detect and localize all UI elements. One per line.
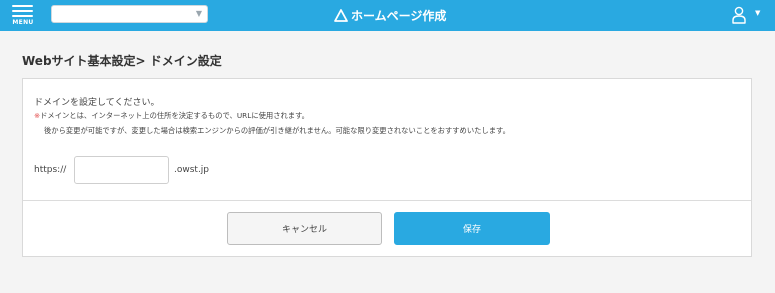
- top-navigation-bar: MENU ▼ ホームページ作成 ▼: [0, 0, 775, 31]
- triangle-logo-icon: [334, 8, 348, 22]
- divider: [23, 200, 751, 201]
- save-button[interactable]: 保存: [394, 212, 550, 245]
- hamburger-icon-bar: [12, 15, 33, 17]
- brand-logo: ホームページ作成: [334, 7, 446, 23]
- page-title: Webサイト基本設定> ドメイン設定: [22, 54, 222, 68]
- menu-button[interactable]: MENU: [10, 3, 36, 29]
- chevron-down-icon: ▼: [195, 9, 202, 18]
- site-select-dropdown[interactable]: ▼: [51, 5, 208, 23]
- domain-input[interactable]: [74, 156, 169, 184]
- menu-label: MENU: [12, 19, 34, 26]
- user-icon[interactable]: [732, 6, 746, 24]
- caret-down-icon[interactable]: ▼: [755, 9, 760, 17]
- cancel-button[interactable]: キャンセル: [227, 212, 382, 245]
- brand-title: ホームページ作成: [351, 8, 447, 23]
- domain-settings-card: ドメインを設定してください。 ※ドメインとは、インターネット上の住所を決定するも…: [22, 78, 752, 257]
- note-text: ドメインとは、インターネット上の住所を決定するもので、URLに使用されます。: [40, 111, 309, 120]
- hamburger-icon-bar: [12, 10, 33, 12]
- domain-suffix: .owst.jp: [174, 165, 210, 175]
- domain-note-line1: ※ドメインとは、インターネット上の住所を決定するもので、URLに使用されます。: [34, 111, 309, 121]
- domain-note-line2: 後から変更が可能ですが、変更した場合は検索エンジンからの評価が引き継がれません。…: [44, 126, 510, 135]
- hamburger-icon: [12, 5, 33, 7]
- intro-text: ドメインを設定してください。: [34, 98, 160, 108]
- url-prefix: https://: [34, 165, 67, 175]
